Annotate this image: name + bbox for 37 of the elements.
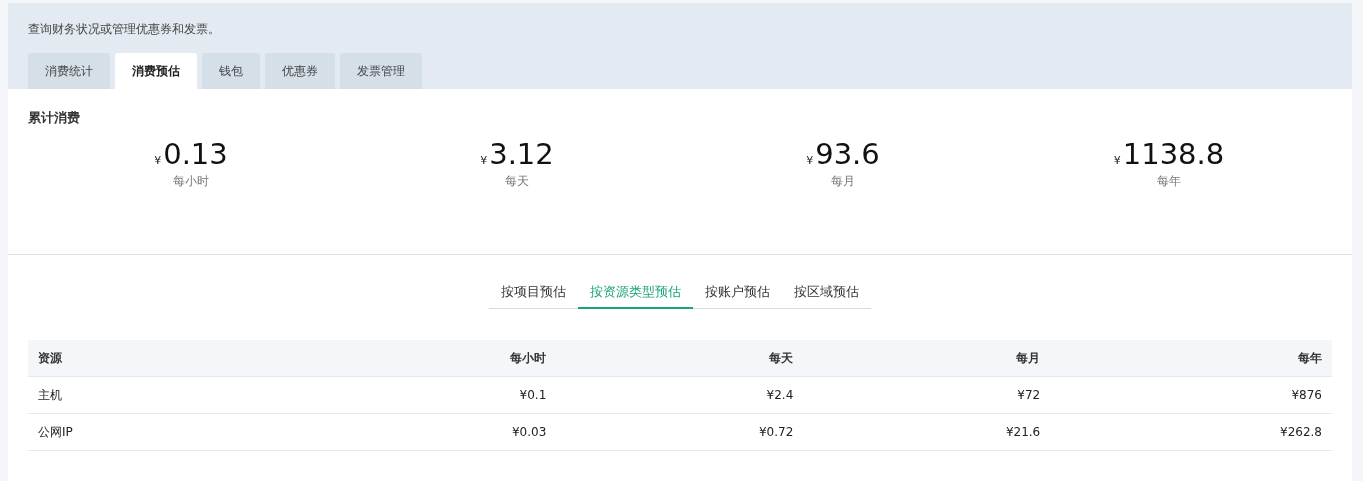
stat-value: 0.13: [163, 137, 228, 171]
table-cell: 主机: [28, 376, 302, 414]
table-cell: ¥262.8: [1050, 413, 1332, 451]
sub-tab[interactable]: 按账户预估: [693, 279, 782, 309]
sub-tab[interactable]: 按区域预估: [782, 279, 871, 309]
stat-label: 每小时: [173, 173, 209, 190]
section-title: 累计消费: [28, 109, 81, 127]
column-header: 每小时: [301, 340, 557, 377]
page-description: 查询财务状况或管理优惠券和发票。: [28, 21, 221, 38]
table-cell: ¥0.03: [301, 413, 557, 451]
tab[interactable]: 消费统计: [28, 53, 110, 89]
tab[interactable]: 钱包: [202, 53, 260, 89]
table-cell: 公网IP: [28, 413, 302, 451]
currency-symbol: ¥: [806, 154, 814, 167]
tab[interactable]: 优惠券: [265, 53, 335, 89]
stat-label: 每天: [505, 173, 529, 190]
table-cell: ¥0.72: [556, 413, 804, 451]
stat-label: 每月: [831, 173, 855, 190]
table-cell: ¥0.1: [301, 376, 557, 414]
sub-tab[interactable]: 按项目预估: [489, 279, 578, 309]
column-header: 资源: [28, 340, 302, 377]
currency-symbol: ¥: [1113, 154, 1121, 167]
stat-value: 1138.8: [1122, 137, 1225, 171]
column-header: 每年: [1050, 340, 1332, 377]
table-cell: ¥72: [803, 376, 1051, 414]
table-cell: ¥876: [1050, 376, 1332, 414]
table-cell: ¥21.6: [803, 413, 1051, 451]
stat-value: 3.12: [489, 137, 554, 171]
table-cell: ¥2.4: [556, 376, 804, 414]
tab[interactable]: 消费预估: [115, 53, 197, 89]
column-header: 每天: [556, 340, 804, 377]
currency-symbol: ¥: [154, 154, 162, 167]
tab[interactable]: 发票管理: [340, 53, 422, 89]
column-header: 每月: [803, 340, 1051, 377]
stat-value: 93.6: [815, 137, 880, 171]
currency-symbol: ¥: [480, 154, 488, 167]
stat-label: 每年: [1157, 173, 1181, 190]
